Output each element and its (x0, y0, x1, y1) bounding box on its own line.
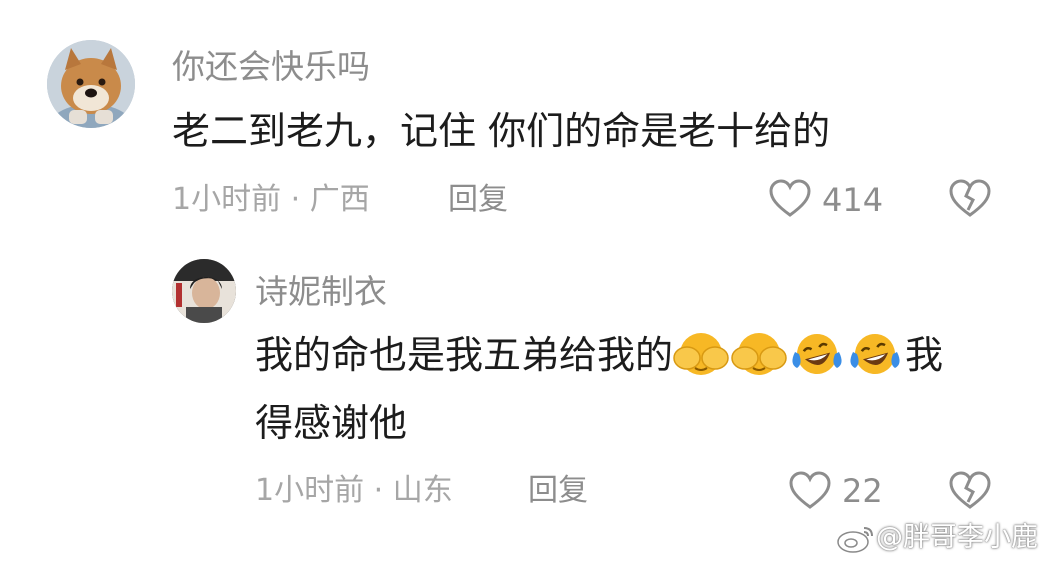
comment-meta: 1小时前 · 山东 (255, 472, 453, 510)
like-button[interactable] (788, 470, 832, 510)
broken-heart-icon (949, 179, 991, 217)
comment-text-line1: 我的命也是我五弟给我的 (255, 333, 674, 377)
user-avatar[interactable] (172, 259, 236, 323)
comment-time: 1小时前 (172, 182, 282, 217)
heart-icon (789, 471, 831, 509)
meta-separator: · (373, 473, 384, 508)
dog-avatar-image (47, 40, 135, 128)
like-count: 22 (842, 472, 883, 510)
user-avatar[interactable] (47, 40, 135, 128)
comment-meta: 1小时前 · 广西 (172, 181, 370, 219)
weibo-icon (836, 522, 876, 554)
broken-heart-icon (949, 471, 991, 509)
dislike-button[interactable] (948, 470, 992, 510)
comment-location: 广西 (309, 182, 370, 217)
comment-text-line1-end: 我 (905, 333, 944, 377)
user-avatar-image (172, 259, 236, 323)
comment-text: 我的命也是我五弟给我的 我 (255, 328, 943, 382)
comment-time: 1小时前 (255, 473, 365, 508)
laughing-tears-emoji (789, 330, 845, 376)
reply-button[interactable]: 回复 (528, 472, 588, 510)
comment-text-line2: 得感谢他 (255, 401, 408, 445)
heart-icon (769, 179, 811, 217)
cover-eyes-emoji (673, 330, 729, 376)
meta-separator: · (290, 182, 301, 217)
like-count: 414 (822, 181, 884, 219)
like-button[interactable] (768, 178, 812, 218)
reply-button[interactable]: 回复 (448, 181, 508, 219)
comment-username[interactable]: 你还会快乐吗 (172, 47, 370, 87)
cover-eyes-emoji (731, 330, 787, 376)
dislike-button[interactable] (948, 178, 992, 218)
comment-location: 山东 (392, 473, 453, 508)
watermark-text: @胖哥李小鹿 (876, 522, 1038, 553)
comment-text: 老二到老九，记住 你们的命是老十给的 (172, 109, 831, 153)
comment-username[interactable]: 诗妮制衣 (255, 272, 387, 312)
laughing-tears-emoji (847, 330, 903, 376)
